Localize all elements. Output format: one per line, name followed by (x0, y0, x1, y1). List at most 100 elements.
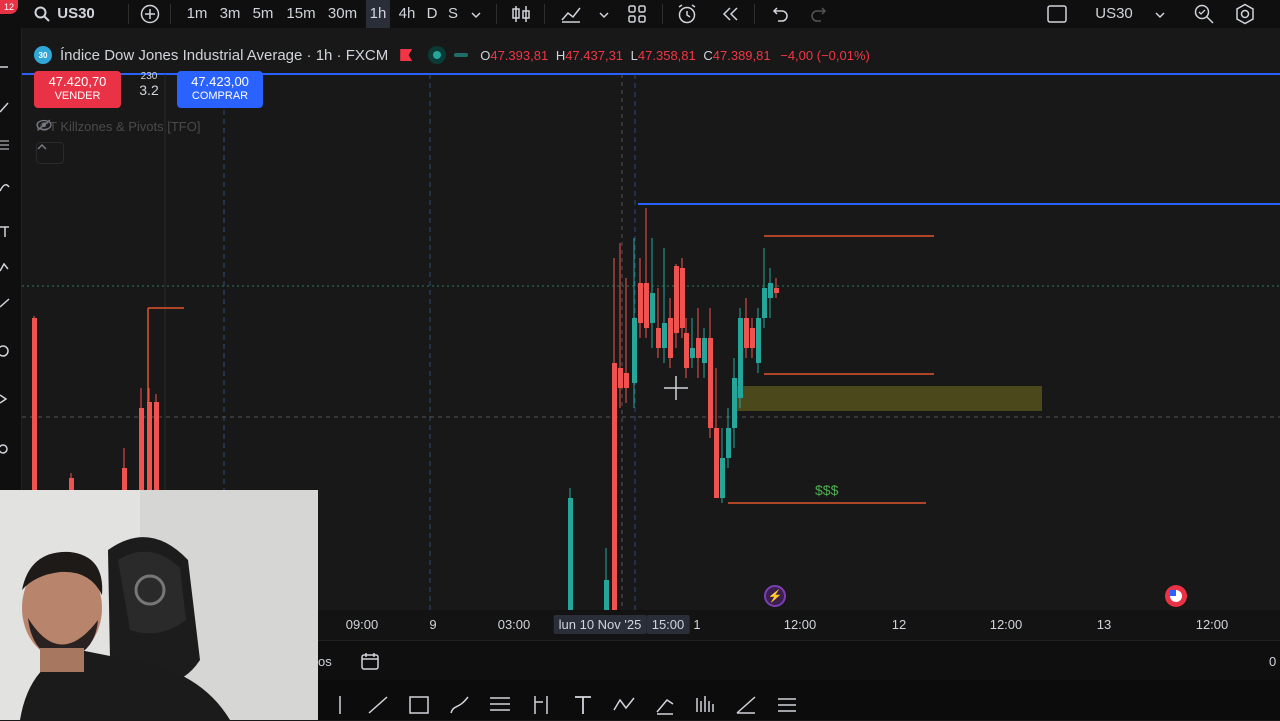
pattern-tool-icon[interactable] (0, 260, 10, 272)
timeframe-d[interactable]: D (424, 4, 440, 24)
candle-body (644, 283, 649, 328)
candle-body (756, 318, 761, 363)
candle-body (656, 328, 661, 348)
fullscreen-icon[interactable] (1046, 4, 1068, 24)
candle-body (612, 363, 617, 610)
candle-body (638, 283, 643, 323)
zoom-tool-icon[interactable] (0, 344, 10, 357)
text-tool-icon[interactable] (571, 694, 595, 716)
candle-body (774, 288, 779, 293)
drawing-toolbar (318, 680, 1280, 720)
search-icon[interactable] (34, 6, 50, 22)
undo-icon[interactable] (769, 5, 789, 23)
volume-profile-tool-icon[interactable] (693, 694, 717, 716)
layout-icon[interactable] (627, 4, 647, 24)
candle-body (154, 402, 159, 498)
notification-badge[interactable]: 12 (0, 0, 18, 14)
pitchfork-tool-icon[interactable] (529, 694, 553, 716)
us-economic-event-icon[interactable] (1165, 585, 1187, 607)
compare-symbol[interactable]: US30 (1094, 4, 1134, 24)
buy-button[interactable]: 47.423,00 COMPRAR (177, 71, 263, 108)
candle-body (768, 283, 773, 298)
time-label: 12 (891, 617, 907, 632)
text-tool-icon[interactable] (0, 224, 10, 237)
indicators-icon[interactable] (560, 4, 582, 24)
rectangle-tool-icon[interactable] (407, 694, 431, 716)
crosshair-tool-icon[interactable] (328, 694, 352, 716)
indicator-legend[interactable]: ICT Killzones & Pivots [TFO] (36, 119, 212, 134)
crosshair-time-label: 15:00 (646, 615, 690, 634)
candle-body (762, 288, 767, 318)
chevron-down-icon[interactable] (1154, 8, 1166, 20)
calendar-icon[interactable] (360, 651, 380, 676)
timeframe-1m[interactable]: 1m (184, 4, 210, 24)
candle-body (684, 333, 689, 368)
timeframe-15m[interactable]: 15m (284, 4, 318, 24)
timeframe-1h[interactable]: 1h (366, 0, 390, 28)
time-label: 12:00 (783, 617, 817, 632)
candle-body (668, 318, 673, 358)
add-symbol-icon[interactable] (140, 4, 160, 24)
candle-body (32, 318, 37, 498)
time-label: 1 (693, 617, 701, 632)
candle-body (744, 318, 749, 348)
brush-tool-icon[interactable] (0, 180, 10, 192)
forecast-tool-icon[interactable] (653, 694, 677, 716)
replay-icon[interactable] (720, 5, 740, 23)
candle-body (147, 402, 152, 498)
candle-body (720, 458, 725, 498)
liquidity-label: $$$ (815, 482, 839, 498)
collapse-legend-button[interactable] (36, 142, 64, 164)
object-tree-icon[interactable] (775, 694, 799, 716)
timeframe-5m[interactable]: 5m (250, 4, 276, 24)
pattern-tool-icon[interactable] (612, 694, 636, 716)
data-status-icon[interactable] (454, 53, 469, 57)
market-status-icon[interactable] (428, 46, 447, 64)
chart-title[interactable]: Índice Dow Jones Industrial Average · 1h… (60, 47, 388, 64)
cursor-tool-icon[interactable] (0, 60, 10, 72)
presenter-image (0, 490, 318, 720)
earnings-event-icon[interactable]: ⚡ (764, 585, 786, 607)
candle-body (632, 318, 637, 383)
candle-body (696, 338, 701, 358)
timeframe-3m[interactable]: 3m (217, 4, 243, 24)
candle-body (568, 498, 573, 610)
trendline-tool-icon[interactable] (0, 100, 10, 113)
brush-tool-icon[interactable] (448, 694, 472, 716)
fib-tool-icon[interactable] (0, 138, 10, 150)
candle-body (680, 268, 685, 328)
fvg-zone (734, 386, 1042, 411)
candle-body (604, 580, 609, 610)
candle-body (618, 368, 623, 388)
settings-icon[interactable] (1234, 3, 1256, 25)
symbol-logo: 30 (34, 46, 52, 64)
sell-button[interactable]: 47.420,70 VENDER (34, 71, 121, 108)
measure-tool-icon[interactable] (734, 694, 758, 716)
time-axis[interactable]: 09:00 9 03:00 lun 10 Nov '25 15:00 1 12:… (318, 610, 1280, 640)
alert-icon[interactable] (676, 3, 698, 25)
timeframe-30m[interactable]: 30m (325, 4, 360, 24)
quick-search-icon[interactable] (1193, 3, 1215, 25)
redo-icon[interactable] (810, 5, 830, 23)
measure-tool-icon[interactable] (0, 296, 10, 308)
timeframe-s[interactable]: S (445, 4, 461, 24)
bottom-panel: os 0 (318, 640, 1280, 680)
magnet-tool-icon[interactable] (0, 392, 10, 404)
candle-body (624, 373, 629, 388)
lock-tool-icon[interactable] (0, 442, 10, 454)
candle-body (732, 378, 737, 428)
chevron-down-icon[interactable] (470, 8, 482, 20)
red-flag-icon[interactable] (400, 49, 413, 61)
candle-body (708, 338, 713, 428)
crosshair-date-label: lun 10 Nov '25 (553, 615, 647, 634)
chevron-down-icon[interactable] (598, 8, 610, 20)
candle-body (674, 266, 679, 333)
chart-legend: 30 Índice Dow Jones Industrial Average ·… (34, 44, 870, 66)
symbol-search[interactable]: US30 (56, 4, 96, 24)
timeframe-4h[interactable]: 4h (395, 4, 419, 24)
candles-icon[interactable] (510, 4, 532, 24)
bottom-left-text: os (318, 654, 332, 669)
trendline-tool-icon[interactable] (366, 694, 390, 716)
time-label: 9 (429, 617, 437, 632)
fib-tool-icon[interactable] (488, 694, 512, 716)
